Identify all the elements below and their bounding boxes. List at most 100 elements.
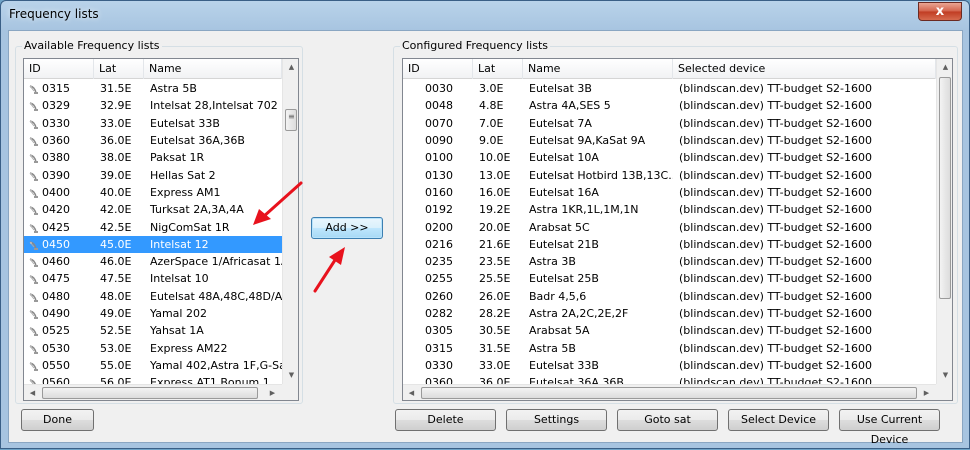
cell-id: 0420 bbox=[24, 203, 94, 216]
table-row[interactable]: 0460 46.0E AzerSpace 1/Africasat 1A bbox=[24, 253, 282, 270]
cell-id: 0330 bbox=[403, 359, 473, 372]
table-row[interactable]: 0420 42.0E Turksat 2A,3A,4A bbox=[24, 201, 282, 218]
table-row[interactable]: 0425 42.5E NigComSat 1R bbox=[24, 218, 282, 235]
table-row[interactable]: 0216 21.6E Eutelsat 21B (blindscan.dev) TT-… bbox=[403, 236, 936, 253]
available-vscroll-thumb[interactable]: ≡ bbox=[285, 109, 297, 131]
cell-lat: 42.0E bbox=[94, 203, 144, 216]
cell-text: (blindscan.dev) TT-budget S2-1600 bbox=[679, 82, 873, 96]
cell-text: (blindscan.dev) TT-budget S2-1600 bbox=[679, 168, 873, 182]
goto-sat-button[interactable]: Goto sat bbox=[617, 409, 718, 431]
satellite-dish-icon bbox=[29, 258, 38, 268]
table-row[interactable]: 0255 25.5E Eutelsat 25B (blindscan.dev) TT-… bbox=[403, 270, 936, 287]
configured-vscroll-thumb[interactable] bbox=[939, 77, 951, 299]
cell-text: 19.2E bbox=[479, 203, 511, 217]
cell-lat: 30.5E bbox=[473, 324, 523, 337]
table-row[interactable]: 0192 19.2E Astra 1KR,1L,1M,1N (blindscan.de… bbox=[403, 201, 936, 218]
available-lists-listview[interactable]: ID Lat Name 0315 31.5E Astra 5B 0329 32.9E Inte… bbox=[23, 58, 299, 401]
cell-text: 0380 bbox=[42, 151, 70, 165]
cell-name: Eutelsat 25B bbox=[523, 272, 673, 285]
annotation-arrow-up-icon bbox=[313, 247, 345, 293]
cell-id: 0200 bbox=[403, 221, 473, 234]
table-row[interactable]: 0475 47.5E Intelsat 10 bbox=[24, 270, 282, 287]
available-hscroll-thumb[interactable] bbox=[42, 387, 258, 399]
cell-lat: 46.0E bbox=[94, 255, 144, 268]
scroll-up-icon[interactable]: ▲ bbox=[937, 59, 952, 76]
scroll-right-icon[interactable]: ▶ bbox=[264, 385, 281, 400]
table-row[interactable]: 0130 13.0E Eutelsat Hotbird 13B,13C... (bli… bbox=[403, 166, 936, 183]
done-button[interactable]: Done bbox=[21, 409, 94, 431]
cell-text: 42.0E bbox=[100, 203, 132, 217]
available-horizontal-scrollbar[interactable]: ◀ ▶ bbox=[24, 384, 282, 400]
table-row[interactable]: 0200 20.0E Arabsat 5C (blindscan.dev) TT-bu… bbox=[403, 218, 936, 235]
column-header-lat[interactable]: Lat bbox=[94, 59, 144, 79]
table-row[interactable]: 0400 40.0E Express AM1 bbox=[24, 184, 282, 201]
add-button[interactable]: Add >> bbox=[311, 217, 383, 239]
delete-button[interactable]: Delete bbox=[395, 409, 496, 431]
table-row[interactable]: 0380 38.0E Paksat 1R bbox=[24, 149, 282, 166]
table-row[interactable]: 0100 10.0E Eutelsat 10A (blindscan.dev) TT-… bbox=[403, 149, 936, 166]
configured-hscroll-thumb[interactable] bbox=[421, 387, 917, 399]
cell-text: 0030 bbox=[425, 82, 453, 96]
table-row[interactable]: 0360 36.0E Eutelsat 36A,36B bbox=[24, 132, 282, 149]
cell-text: Yahsat 1A bbox=[150, 324, 204, 338]
use-current-device-button[interactable]: Use Current Device bbox=[839, 409, 940, 446]
table-row[interactable]: 0525 52.5E Yahsat 1A bbox=[24, 322, 282, 339]
column-header-lat[interactable]: Lat bbox=[473, 59, 523, 79]
table-row[interactable]: 0160 16.0E Eutelsat 16A (blindscan.dev) TT-… bbox=[403, 184, 936, 201]
scroll-down-icon[interactable]: ▼ bbox=[283, 367, 298, 384]
column-header-id[interactable]: ID bbox=[24, 59, 94, 79]
close-button[interactable]: x bbox=[918, 2, 962, 21]
table-row[interactable]: 0490 49.0E Yamal 202 bbox=[24, 305, 282, 322]
table-row[interactable]: 0329 32.9E Intelsat 28,Intelsat 702 bbox=[24, 97, 282, 114]
column-header-name[interactable]: Name bbox=[144, 59, 282, 79]
column-header-name[interactable]: Name bbox=[523, 59, 673, 79]
cell-text: Yamal 402,Astra 1F,G-Sat 8 bbox=[150, 358, 282, 372]
configured-lists-listview[interactable]: ID Lat Name Selected device 0030 3.0E Eutelsa… bbox=[402, 58, 953, 401]
table-row[interactable]: 0260 26.0E Badr 4,5,6 (blindscan.dev) TT-bu… bbox=[403, 288, 936, 305]
column-header-id[interactable]: ID bbox=[403, 59, 473, 79]
table-row[interactable]: 0305 30.5E Arabsat 5A (blindscan.dev) TT-bu… bbox=[403, 322, 936, 339]
table-row[interactable]: 0450 45.0E Intelsat 12 bbox=[24, 235, 282, 253]
cell-id: 0480 bbox=[24, 290, 94, 303]
scroll-up-icon[interactable]: ▲ bbox=[283, 59, 298, 76]
table-row[interactable]: 0550 55.0E Yamal 402,Astra 1F,G-Sat 8 bbox=[24, 357, 282, 374]
configured-horizontal-scrollbar[interactable]: ◀ ▶ bbox=[403, 384, 936, 400]
cell-name: Arabsat 5A bbox=[523, 324, 673, 337]
table-row[interactable]: 0330 33.0E Eutelsat 33B (blindscan.dev) TT-… bbox=[403, 357, 936, 374]
cell-id: 0090 bbox=[403, 134, 473, 147]
cell-text: Intelsat 28,Intelsat 702 bbox=[150, 99, 278, 113]
cell-text: 36.0E bbox=[100, 134, 132, 148]
scroll-down-icon[interactable]: ▼ bbox=[937, 367, 952, 384]
table-row[interactable]: 0235 23.5E Astra 3B (blindscan.dev) TT-budg… bbox=[403, 253, 936, 270]
table-row[interactable]: 0282 28.2E Astra 2A,2C,2E,2F (blindscan.dev… bbox=[403, 305, 936, 322]
table-row[interactable]: 0070 7.0E Eutelsat 7A (blindscan.dev) TT-bu… bbox=[403, 115, 936, 132]
scroll-left-icon[interactable]: ◀ bbox=[403, 385, 420, 400]
table-row[interactable]: 0315 31.5E Astra 5B (blindscan.dev) TT-budg… bbox=[403, 339, 936, 356]
satellite-dish-icon bbox=[29, 344, 38, 354]
column-header-selected-device[interactable]: Selected device bbox=[673, 59, 936, 79]
title-bar[interactable]: Frequency lists x bbox=[1, 1, 969, 29]
cell-name: Eutelsat 9A,KaSat 9A bbox=[523, 134, 673, 147]
select-device-button[interactable]: Select Device bbox=[728, 409, 829, 431]
table-row[interactable]: 0030 3.0E Eutelsat 3B (blindscan.dev) TT-bu… bbox=[403, 80, 936, 97]
cell-text: Eutelsat 9A,KaSat 9A bbox=[529, 134, 646, 148]
cell-text: 0400 bbox=[42, 185, 70, 199]
scroll-right-icon[interactable]: ▶ bbox=[918, 385, 935, 400]
table-row[interactable]: 0048 4.8E Astra 4A,SES 5 (blindscan.dev) TT… bbox=[403, 97, 936, 114]
settings-button[interactable]: Settings bbox=[506, 409, 607, 431]
configured-vertical-scrollbar[interactable]: ▲ ▼ bbox=[936, 59, 952, 384]
cell-text: 39.0E bbox=[100, 168, 132, 182]
cell-text: 0360 bbox=[42, 134, 70, 148]
cell-text: 0130 bbox=[425, 168, 453, 182]
table-row[interactable]: 0315 31.5E Astra 5B bbox=[24, 80, 282, 97]
cell-text: 3.0E bbox=[479, 82, 504, 96]
table-row[interactable]: 0530 53.0E Express AM22 bbox=[24, 339, 282, 356]
table-row[interactable]: 0480 48.0E Eutelsat 48A,48C,48D/Af... bbox=[24, 288, 282, 305]
cell-name: Eutelsat 33B bbox=[144, 117, 282, 130]
table-row[interactable]: 0090 9.0E Eutelsat 9A,KaSat 9A (blindscan.d… bbox=[403, 132, 936, 149]
table-row[interactable]: 0330 33.0E Eutelsat 33B bbox=[24, 115, 282, 132]
scroll-left-icon[interactable]: ◀ bbox=[24, 385, 41, 400]
cell-id: 0305 bbox=[403, 324, 473, 337]
cell-name: Astra 5B bbox=[144, 82, 282, 95]
table-row[interactable]: 0390 39.0E Hellas Sat 2 bbox=[24, 166, 282, 183]
